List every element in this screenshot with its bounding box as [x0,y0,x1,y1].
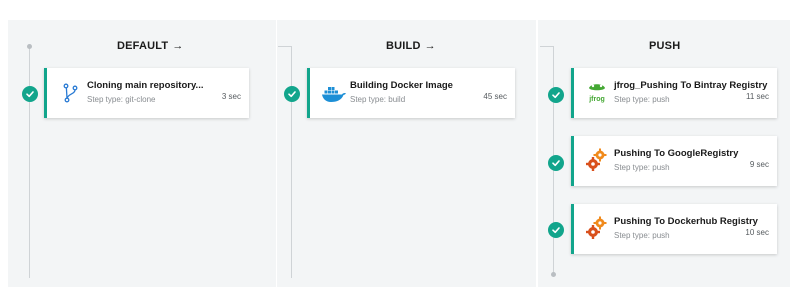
success-check-icon [548,87,564,103]
step-type: Step type: git-clone [87,95,156,104]
timeline-line-default [29,46,30,278]
stage-column-default [8,20,276,287]
step-card-clone[interactable]: Cloning main repository... Step type: gi… [44,68,249,118]
step-duration: 45 sec [483,92,507,101]
stage-title-build-text: BUILD [386,40,421,52]
step-card-google-push[interactable]: Pushing To GoogleRegistry Step type: pus… [571,136,777,186]
step-name: jfrog_Pushing To Bintray Registry [614,80,768,91]
step-name: Building Docker Image [350,80,453,91]
step-type: Step type: push [614,163,670,172]
stage-arrow-icon: → [172,40,184,52]
stage-title-build: BUILD → [386,40,436,52]
step-name: Cloning main repository... [87,80,204,91]
success-check-icon [22,86,38,102]
stage-title-default-text: DEFAULT [117,40,169,52]
jfrog-logo-text: jfrog [588,96,605,103]
step-card-dockerhub-push[interactable]: Pushing To Dockerhub Registry Step type:… [571,204,777,254]
step-name: Pushing To Dockerhub Registry [614,216,758,227]
gears-icon [584,146,610,174]
step-type: Step type: build [350,95,406,104]
step-duration: 3 sec [221,92,241,101]
git-branch-icon [59,81,83,105]
stage-connector [540,46,554,47]
step-name: Pushing To GoogleRegistry [614,148,739,159]
timeline-line-build [291,46,292,278]
stage-arrow-icon: → [424,40,436,52]
stage-title-push: PUSH [649,40,680,52]
step-type: Step type: push [614,231,670,240]
step-type: Step type: push [614,95,670,104]
docker-icon [320,81,348,105]
step-card-build[interactable]: Building Docker Image Step type: build 4… [307,68,515,118]
gears-icon [584,214,610,242]
success-check-icon [548,155,564,171]
jfrog-icon: jfrog [584,79,610,107]
stage-title-push-text: PUSH [649,40,681,52]
step-duration: 11 sec [746,92,769,101]
timeline-start-dot [27,44,32,49]
step-card-jfrog-push[interactable]: jfrog jfrog_Pushing To Bintray Registry … [571,68,777,118]
timeline-end-dot [551,272,556,277]
stage-column-build [277,20,536,287]
step-duration: 10 sec [745,228,769,237]
success-check-icon [548,222,564,238]
success-check-icon [284,86,300,102]
stage-title-default: DEFAULT → [117,40,184,52]
step-duration: 9 sec [749,160,769,169]
stage-connector [278,46,292,47]
